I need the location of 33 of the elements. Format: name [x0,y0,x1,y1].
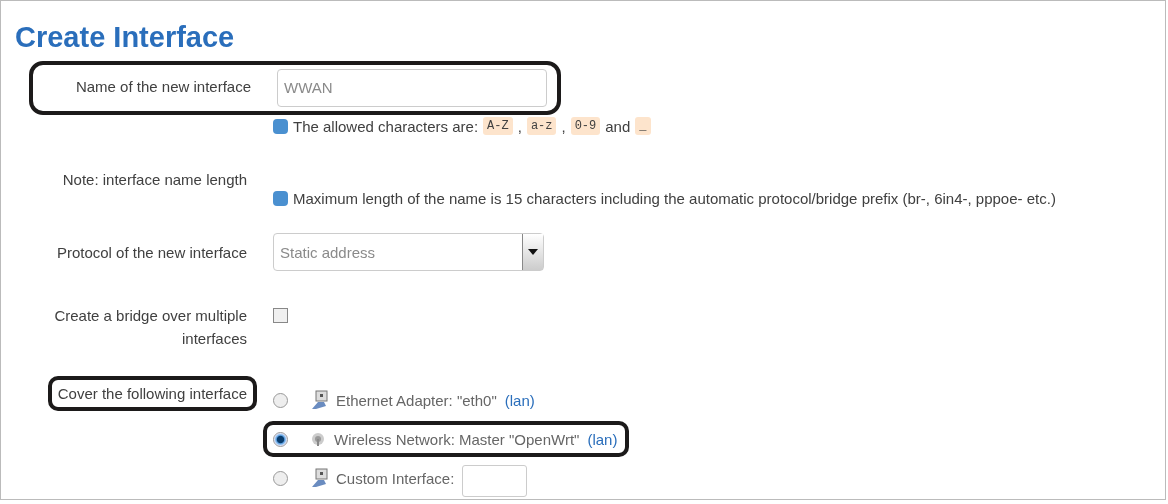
code-snippet: _ [635,117,651,135]
code-snippet: A-Z [483,117,513,135]
interface-name-field[interactable]: WWAN [277,69,547,107]
wireless-icon [310,431,326,447]
custom-interface-field[interactable] [462,465,528,497]
hint-text: , [517,117,522,135]
network-adapter-icon [310,390,328,410]
option-label: Wireless Network: Master "OpenWrt" [334,430,580,448]
field-label: Note: interface name length [62,170,247,190]
help-icon [273,191,288,206]
option-label: Ethernet Adapter: "eth0" [336,391,497,409]
page-title: Create Interface [15,20,236,55]
radio-button[interactable] [273,392,288,408]
hint-text: and [605,117,631,135]
radio-button[interactable] [273,431,288,447]
hint-text: Maximum length of the name is 15 characters including the automatic protocol/bridge prefix (br-, 6in4-, pppoe- etc.) [293,190,1056,207]
bridge-checkbox[interactable] [273,308,288,323]
hint-text: , [561,117,566,135]
code-snippet: a-z [526,117,557,135]
option-label: Custom Interface: [336,469,455,487]
hint-text: The allowed characters are: [293,117,479,135]
code-snippet: 0-9 [570,117,601,135]
caret-icon [528,249,538,255]
field-label: Protocol of the new interface [56,243,247,263]
network-link[interactable]: (lan) [587,430,618,448]
network-link[interactable]: (lan) [504,391,535,409]
field-label: Name of the new interface [75,77,251,97]
radio-button[interactable] [273,470,288,486]
help-icon [273,118,288,134]
field-label: Create a bridge over multiple interfaces [53,306,247,349]
network-adapter-icon [310,468,328,488]
field-label: Cover the following interface [47,376,257,411]
protocol-select[interactable]: Static address [273,233,544,271]
